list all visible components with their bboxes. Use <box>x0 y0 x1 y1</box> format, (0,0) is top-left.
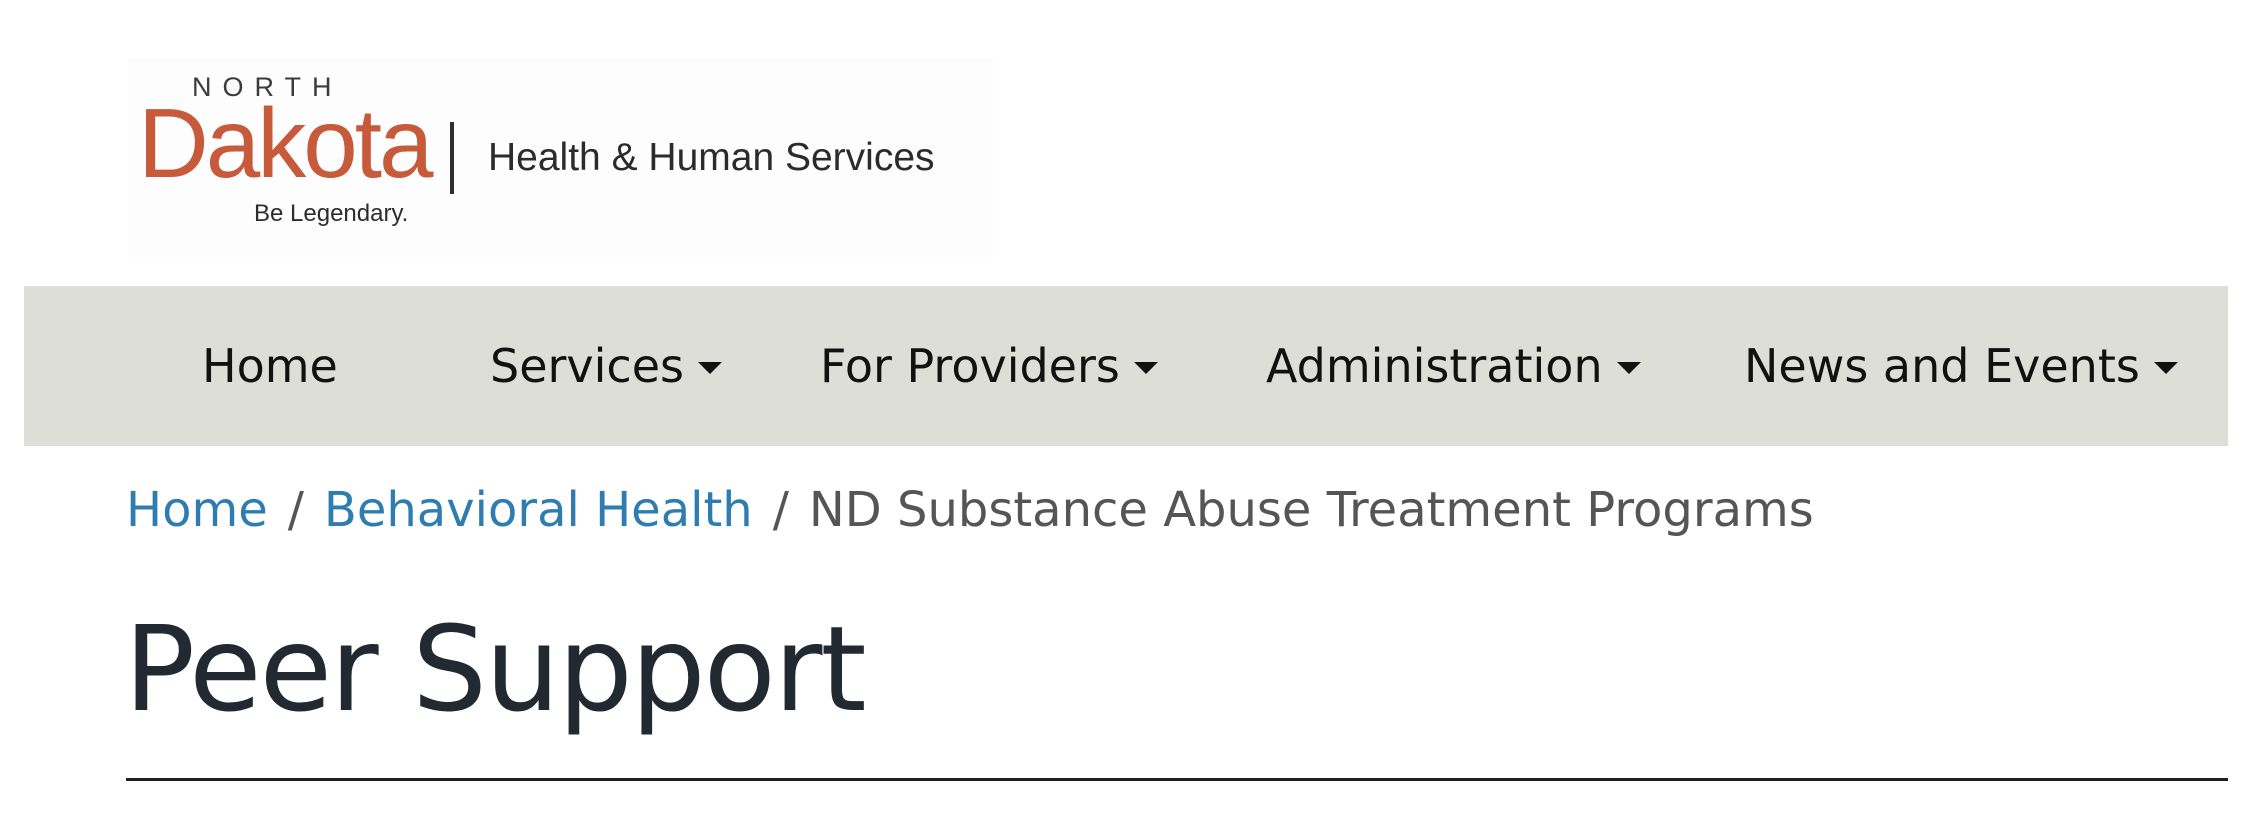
nav-item-administration[interactable]: Administration <box>1266 286 1641 446</box>
nav-item-news-and-events[interactable]: News and Events <box>1744 286 2178 446</box>
title-divider <box>126 778 2228 781</box>
caret-down-icon <box>1616 362 1641 374</box>
breadcrumb-separator: / <box>772 482 789 538</box>
nav-item-home[interactable]: Home <box>202 286 338 446</box>
nav-item-label: Administration <box>1266 339 1603 393</box>
caret-down-icon <box>2153 362 2178 374</box>
nav-item-label: Home <box>202 339 338 393</box>
breadcrumb-current: ND Substance Abuse Treatment Programs <box>808 482 1814 538</box>
breadcrumb: Home / Behavioral Health / ND Substance … <box>126 478 1814 542</box>
logo-dakota-text: Dakota <box>138 88 434 198</box>
caret-down-icon <box>697 362 722 374</box>
page: NORTH Dakota Be Legendary. Health & Huma… <box>0 0 2260 832</box>
nav-item-for-providers[interactable]: For Providers <box>820 286 1158 446</box>
nd-logo[interactable]: NORTH Dakota Be Legendary. <box>128 58 434 258</box>
logo-tagline: Be Legendary. <box>254 200 409 227</box>
logo-org-name[interactable]: Health & Human Services <box>488 136 935 180</box>
breadcrumb-link-home[interactable]: Home <box>126 482 268 538</box>
nav-item-label: Services <box>490 339 684 393</box>
breadcrumb-separator: / <box>287 482 304 538</box>
nav-item-services[interactable]: Services <box>490 286 722 446</box>
logo-divider <box>450 122 454 194</box>
page-title: Peer Support <box>124 600 867 738</box>
site-header: NORTH Dakota Be Legendary. Health & Huma… <box>128 58 994 258</box>
nav-item-label: News and Events <box>1744 339 2140 393</box>
breadcrumb-link-behavioral-health[interactable]: Behavioral Health <box>324 482 753 538</box>
main-nav: Home Services For Providers Administrati… <box>24 286 2228 446</box>
nav-item-label: For Providers <box>820 339 1120 393</box>
caret-down-icon <box>1133 362 1158 374</box>
